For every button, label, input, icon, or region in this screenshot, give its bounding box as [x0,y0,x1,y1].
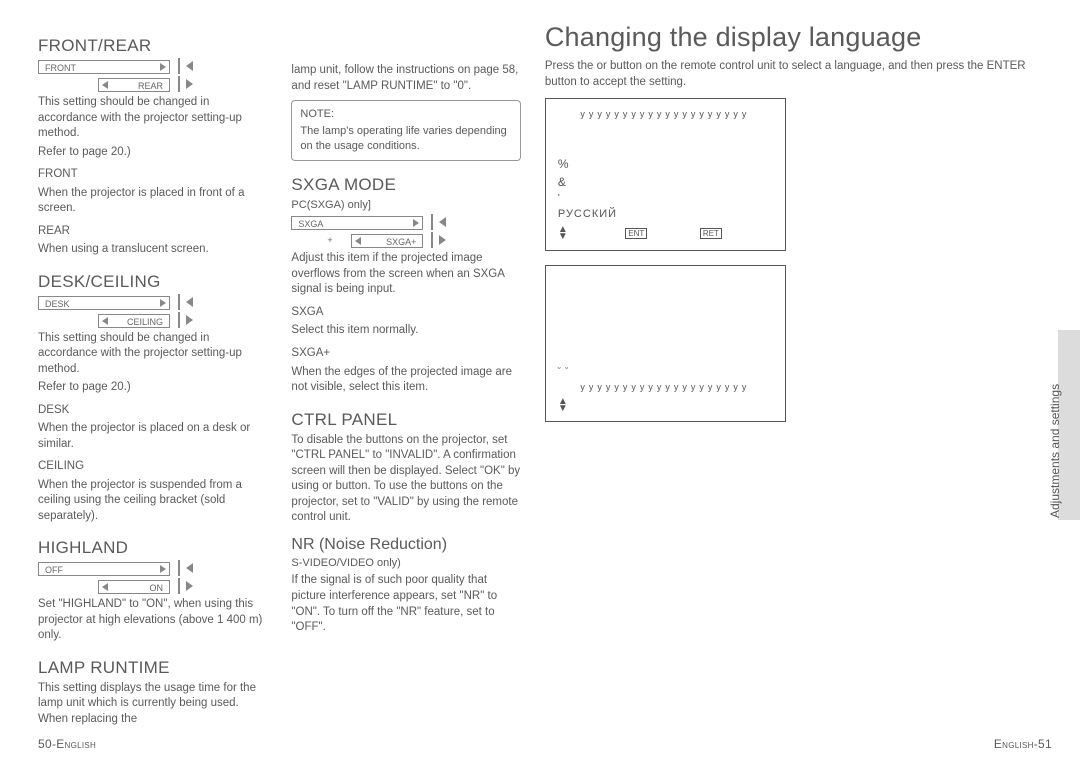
arrow-label: SXGA+ [386,237,416,247]
toggle-diagram-front-rear: FRONT REAR [38,59,267,92]
osd-enter: ENT [625,228,647,239]
arrow-label: REAR [138,81,163,91]
arrow-label: CEILING [127,317,163,327]
osd-panel-2: LANGUAGE ˘ ˘ уууууууууууууууууууу ▲▼ SEL… [545,265,786,422]
heading-lamp-runtime: Lamp Runtime [38,658,267,678]
column-left: Front/Rear FRONT REAR This setting shoul… [38,22,267,702]
osd-line: % [558,157,773,171]
osd-return-label: RETURN [731,228,773,239]
arrow-label: DESK [45,299,70,309]
body-text: This setting should be changed in accord… [38,331,267,378]
toggle-diagram-desk-ceiling: DESK CEILING [38,295,267,328]
subnote: PC(SXGA) only] [291,198,520,213]
body-text: Press the or button on the remote contro… [545,59,1052,90]
osd-return: RET [751,400,773,411]
def-label: CEILING [38,459,267,475]
osd-enter: ENT [688,400,710,411]
body-text: When the projector is suspended from a c… [38,478,267,525]
body-text: Adjust this item if the projected image … [291,251,520,298]
body-text: Set "HIGHLAND" to "ON", when using this … [38,597,267,644]
osd-enter-label: ENTER [657,228,691,239]
osd-select: SELECT [608,400,647,411]
def-label: SXGA [291,305,520,321]
osd-line: DEUTSCH [558,141,773,153]
body-text: This setting should be changed in accord… [38,95,267,142]
side-tab: Adjustments and settings [1058,330,1080,520]
osd-line: ' [558,193,773,204]
updown-icon: ▲▼ [558,226,568,240]
heading-highland: Highland [38,538,267,558]
body-text: Select this item normally. [291,323,520,339]
osd-select: SELECT [577,228,616,239]
def-label: SXGA+ [291,346,520,362]
def-label: FRONT [38,167,267,183]
heading-desk-ceiling: Desk/Ceiling [38,272,267,292]
def-label: DESK [38,403,267,419]
note-label: NOTE: [300,107,511,122]
page: Front/Rear FRONT REAR This setting shoul… [0,0,1080,765]
osd-line: & [558,175,773,189]
body-text: Refer to page 20.) [38,145,267,161]
body-text: Refer to page 20.) [38,380,267,396]
arrow-label: FRONT [45,63,76,73]
osd-controls: ▲▼ SELECT ENT ENTER RET RETURN [558,226,773,240]
footer-left: 50-English [38,737,96,751]
column-right: Changing the display language Press the … [545,22,1052,702]
osd-footer: уууууууууууууууууууу [558,382,773,392]
arrow-label: ON [150,583,164,593]
heading-nr: NR (Noise Reduction) [291,536,520,554]
osd-return: RET [700,228,722,239]
body-text: To disable the buttons on the projector,… [291,433,520,526]
heading-ctrl-panel: Ctrl Panel [291,410,520,430]
body-text: This setting displays the usage time for… [38,681,267,728]
updown-icon: ▲▼ [558,398,568,412]
side-tab-label: Adjustments and settings [1048,384,1062,518]
note-box: NOTE: The lamp's operating life varies d… [291,100,520,161]
subnote: S-VIDEO/VIDEO only) [291,556,520,571]
body-text: When the projector is placed on a desk o… [38,421,267,452]
heading-front-rear: Front/Rear [38,36,267,56]
toggle-diagram-highland: OFF ON [38,561,267,594]
osd-title: уууууууууууууууууууу [558,109,773,119]
arrow-label: OFF [45,565,63,575]
page-title: Changing the display language [545,22,1052,53]
body-text: When the edges of the projected image ar… [291,365,520,396]
page-footer: 50-English English-51 [38,737,1052,751]
body-text: When the projector is placed in front of… [38,186,267,217]
footer-right: English-51 [994,737,1052,751]
def-label: REAR [38,224,267,240]
columns: Front/Rear FRONT REAR This setting shoul… [38,22,1052,702]
body-text: lamp unit, follow the instructions on pa… [291,63,520,94]
body-text: When using a translucent screen. [38,242,267,258]
note-text: The lamp's operating life varies dependi… [300,125,506,152]
osd-line: РУССКИЙ [558,208,773,220]
osd-panel-1: уууууууууууууууууууу ENGLISH DEUTSCH % &… [545,98,786,251]
osd-controls: ▲▼ SELECT ENT RET [558,398,773,412]
osd-title: LANGUAGE [558,276,773,286]
column-middle: lamp unit, follow the instructions on pa… [291,22,520,702]
toggle-diagram-sxga: SXGA +SXGA+ [291,215,520,248]
arrow-label: SXGA [298,219,323,229]
body-text: If the signal is of such poor quality th… [291,573,520,635]
osd-line: ENGLISH [558,125,773,137]
heading-sxga-mode: Sxga Mode [291,175,520,195]
